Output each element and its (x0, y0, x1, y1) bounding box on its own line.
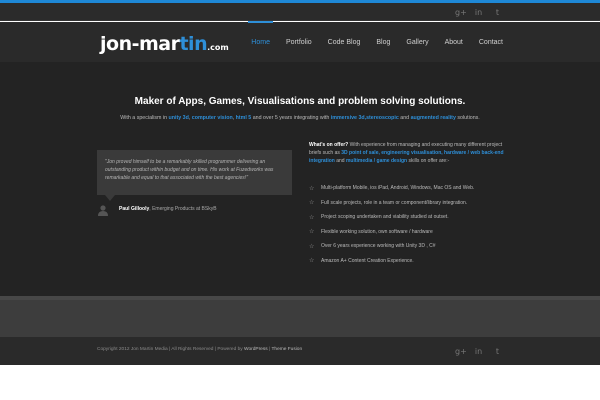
list-item: ☆ Project scoping undertaken and viabilit… (309, 213, 449, 221)
list-item: ☆ Flexible working solution, own software… (309, 228, 433, 236)
footer-widgets-area (0, 300, 600, 337)
top-social-links: g+ in t (455, 3, 502, 21)
offer-list: ☆ Multi-platform Mobile, ios iPad, Androi… (309, 181, 509, 268)
nav-portfolio[interactable]: Portfolio (286, 22, 312, 62)
twitter-icon[interactable]: t (493, 8, 502, 17)
testimonial-author: Paul Gillooly, Emerging Products at BSky… (97, 203, 217, 216)
google-plus-icon[interactable]: g+ (455, 347, 467, 356)
hero-title: Maker of Apps, Games, Visualisations and… (134, 96, 466, 107)
link-immersive-3d[interactable]: immersive 3d,stereoscopic (331, 115, 399, 121)
link-augmented-reality[interactable]: augmented reality (411, 115, 456, 121)
link-html5[interactable]: html 5 (236, 115, 252, 121)
twitter-icon[interactable]: t (493, 347, 502, 356)
offer-lead: What's on offer? (309, 142, 349, 148)
link-unity-3d[interactable]: unity 3d (169, 115, 189, 121)
author-name: Paul Gillooly (119, 206, 150, 212)
list-item: ☆ Multi-platform Mobile, ios iPad, Androi… (309, 184, 475, 192)
nav-gallery[interactable]: Gallery (406, 22, 428, 62)
avatar-icon (97, 203, 109, 216)
nav-code-blog[interactable]: Code Blog (328, 22, 361, 62)
google-plus-icon[interactable]: g+ (455, 8, 467, 17)
link-computer-vision[interactable]: computer vision (192, 115, 233, 121)
author-role: , Emerging Products at BSkyB (149, 206, 217, 212)
testimonial-box: "Jon proved himself to be a remarkably s… (97, 150, 292, 195)
link-offer-multimedia[interactable]: multimedia / game design (346, 158, 407, 164)
star-icon: ☆ (309, 213, 315, 221)
copyright-text: Copyright 2012 Jon Martin Media | All Ri… (97, 347, 303, 352)
nav-blog[interactable]: Blog (376, 22, 390, 62)
star-icon: ☆ (309, 199, 315, 207)
list-item: ☆ Amazon A+ Content Creation Experience. (309, 257, 414, 265)
hero-section: Maker of Apps, Games, Visualisations and… (0, 62, 600, 296)
footer-social-links: g+ in t (455, 342, 502, 360)
list-item: ☆ Over 6 years experience working with Un… (309, 242, 436, 250)
site-footer: Copyright 2012 Jon Martin Media | All Ri… (0, 337, 600, 365)
offer-intro: What's on offer? With experience from ma… (309, 142, 504, 164)
site-logo[interactable]: jon-martin.com (100, 33, 229, 59)
linkedin-icon[interactable]: in (474, 347, 483, 356)
testimonial-quote: "Jon proved himself to be a remarkably s… (105, 159, 274, 181)
list-item: ☆ Full scale projects, role in a team or … (309, 199, 468, 207)
hero-subtitle: With a specialism in unity 3d, computer … (120, 115, 480, 121)
nav-about[interactable]: About (445, 22, 463, 62)
site-header: jon-martin.com Home Portfolio Code Blog … (0, 21, 600, 62)
theme-fusion-link[interactable]: Theme Fusion (271, 347, 302, 352)
main-nav: Home Portfolio Code Blog Blog Gallery Ab… (248, 21, 503, 62)
linkedin-icon[interactable]: in (474, 8, 483, 17)
star-icon: ☆ (309, 257, 315, 265)
nav-contact[interactable]: Contact (479, 22, 503, 62)
wordpress-link[interactable]: WordPress (244, 347, 268, 352)
star-icon: ☆ (309, 184, 315, 192)
star-icon: ☆ (309, 228, 315, 236)
top-bar: g+ in t (0, 3, 600, 21)
star-icon: ☆ (309, 242, 315, 250)
nav-home[interactable]: Home (248, 21, 273, 62)
testimonial-pointer (105, 195, 115, 201)
